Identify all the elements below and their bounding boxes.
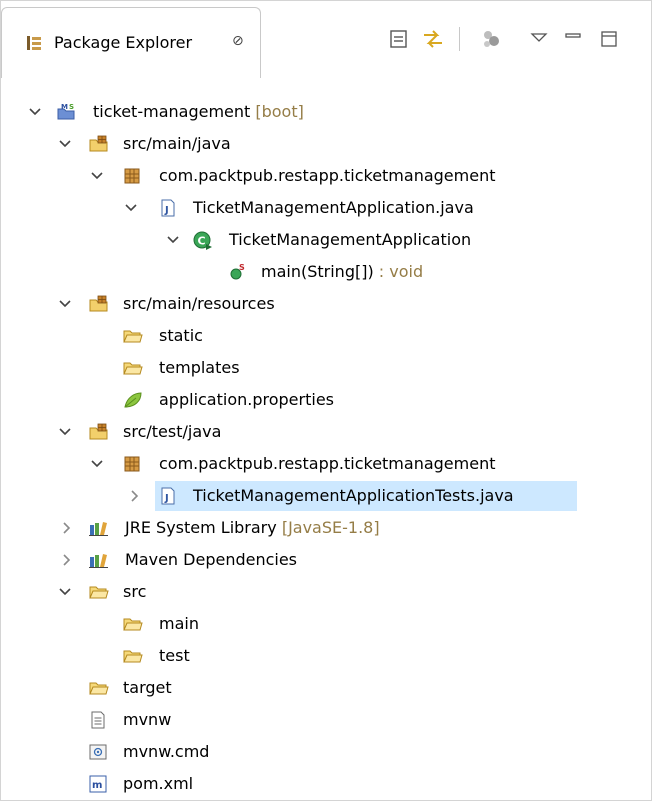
tree-item-label: src/main/java <box>123 134 231 153</box>
tree-item-label: com.packtpub.restapp.ticketmanagement <box>159 166 496 185</box>
toolbar-separator <box>459 27 460 51</box>
chevron-down-icon[interactable] <box>27 104 43 120</box>
tree-item-folder[interactable]: static <box>1 320 641 352</box>
folder-icon <box>123 647 143 665</box>
tree-item-label: ticket-management [boot] <box>93 102 304 121</box>
tree-item-label: src/test/java <box>123 422 222 441</box>
tree-item-source-folder[interactable]: src/main/java <box>1 128 641 160</box>
package-icon <box>123 167 141 185</box>
tab-title: Package Explorer <box>54 33 193 52</box>
tree-item-label: mvnw <box>123 710 172 729</box>
tree-item-label: TicketManagementApplicationTests.java <box>193 486 514 505</box>
static-method-icon: S <box>229 263 247 281</box>
folder-icon <box>123 615 143 633</box>
focus-on-active-task-icon[interactable] <box>479 27 503 51</box>
folder-icon <box>123 359 143 377</box>
source-folder-icon <box>89 295 108 313</box>
svg-text:C: C <box>198 235 206 248</box>
chevron-right-icon[interactable] <box>127 488 143 504</box>
svg-text:J: J <box>164 205 169 216</box>
view-menu-icon[interactable] <box>527 27 551 51</box>
collapse-all-icon[interactable] <box>387 27 411 51</box>
svg-text:S: S <box>239 263 245 272</box>
tree-item-label: TicketManagementApplication <box>229 230 472 249</box>
maven-pom-icon: m <box>89 775 107 793</box>
chevron-down-icon[interactable] <box>57 136 73 152</box>
tree-item-project[interactable]: M S ticket-management [boot] <box>1 96 641 128</box>
tree-item-label: test <box>159 646 190 665</box>
maven-spring-project-icon: M S <box>57 103 75 121</box>
tree-item-folder[interactable]: target <box>1 672 641 704</box>
tree-item-file[interactable]: mvnw <box>1 704 641 736</box>
link-with-editor-icon[interactable] <box>421 27 445 51</box>
tree-item-label: templates <box>159 358 240 377</box>
tree-item-label: mvnw.cmd <box>123 742 210 761</box>
svg-text:M: M <box>61 103 68 111</box>
library-icon <box>89 551 108 569</box>
text-file-icon <box>89 711 107 729</box>
tree-item-package[interactable]: com.packtpub.restapp.ticketmanagement <box>1 160 641 192</box>
chevron-down-icon[interactable] <box>89 456 105 472</box>
package-explorer-tab[interactable]: Package Explorer ⊘ <box>1 7 261 78</box>
tree-item-properties-file[interactable]: application.properties <box>1 384 641 416</box>
chevron-down-icon[interactable] <box>165 232 181 248</box>
class-icon: C <box>193 231 212 250</box>
tree-item-label: JRE System Library [JavaSE-1.8] <box>125 518 380 537</box>
chevron-down-icon[interactable] <box>57 584 73 600</box>
chevron-right-icon[interactable] <box>59 520 75 536</box>
tree-item-label: main <box>159 614 199 633</box>
package-icon <box>123 455 141 473</box>
tree-item-label: application.properties <box>159 390 334 409</box>
chevron-down-icon[interactable] <box>123 200 139 216</box>
source-folder-icon <box>89 423 108 441</box>
tree-item-folder[interactable]: templates <box>1 352 641 384</box>
tree-item-library[interactable]: JRE System Library [JavaSE-1.8] <box>1 512 641 544</box>
spring-properties-icon <box>123 391 142 409</box>
chevron-down-icon[interactable] <box>57 296 73 312</box>
tree-item-label: Maven Dependencies <box>125 550 298 569</box>
tree-item-source-folder[interactable]: src/test/java <box>1 416 641 448</box>
library-icon <box>89 519 108 537</box>
tree-item-class[interactable]: C TicketManagementApplication <box>1 224 641 256</box>
java-file-icon: J <box>159 199 177 217</box>
tree-item-folder[interactable]: src <box>1 576 641 608</box>
tree-item-label: TicketManagementApplication.java <box>193 198 474 217</box>
tree-item-method[interactable]: S main(String[]) : void <box>1 256 641 288</box>
package-explorer-view: Package Explorer ⊘ M S ticket-management… <box>0 0 652 801</box>
tree-item-label: static <box>159 326 203 345</box>
chevron-right-icon[interactable] <box>59 552 75 568</box>
folder-icon <box>89 583 109 601</box>
tree-item-file[interactable]: m pom.xml <box>1 768 641 800</box>
close-icon[interactable]: ⊘ <box>232 33 244 49</box>
tree-item-library[interactable]: Maven Dependencies <box>1 544 641 576</box>
tree-item-source-folder[interactable]: src/main/resources <box>1 288 641 320</box>
java-file-icon: J <box>159 487 177 505</box>
tree-item-label: main(String[]) : void <box>261 262 424 281</box>
tree-item-label: target <box>123 678 172 697</box>
tree-item-label: pom.xml <box>123 774 194 793</box>
tree-item-package[interactable]: com.packtpub.restapp.ticketmanagement <box>1 448 641 480</box>
tree-item-label: src/main/resources <box>123 294 275 313</box>
chevron-down-icon[interactable] <box>57 424 73 440</box>
svg-text:J: J <box>164 493 169 504</box>
tree-item-label: com.packtpub.restapp.ticketmanagement <box>159 454 496 473</box>
tree-item-java-file-selected[interactable]: J TicketManagementApplicationTests.java <box>1 480 641 512</box>
tree-item-folder[interactable]: test <box>1 640 641 672</box>
tree-item-file[interactable]: mvnw.cmd <box>1 736 641 768</box>
tree-item-java-file[interactable]: J TicketManagementApplication.java <box>1 192 641 224</box>
source-folder-icon <box>89 135 108 153</box>
cmd-file-icon <box>89 743 107 761</box>
svg-text:m: m <box>92 780 102 791</box>
folder-icon <box>89 679 109 697</box>
folder-icon <box>123 327 143 345</box>
tree-item-label: src <box>123 582 147 601</box>
maximize-icon[interactable] <box>597 27 621 51</box>
minimize-icon[interactable] <box>561 27 585 51</box>
view-header: Package Explorer ⊘ <box>1 1 651 81</box>
tree-item-folder[interactable]: main <box>1 608 641 640</box>
package-explorer-icon <box>26 35 42 51</box>
chevron-down-icon[interactable] <box>89 168 105 184</box>
svg-text:S: S <box>69 103 74 111</box>
